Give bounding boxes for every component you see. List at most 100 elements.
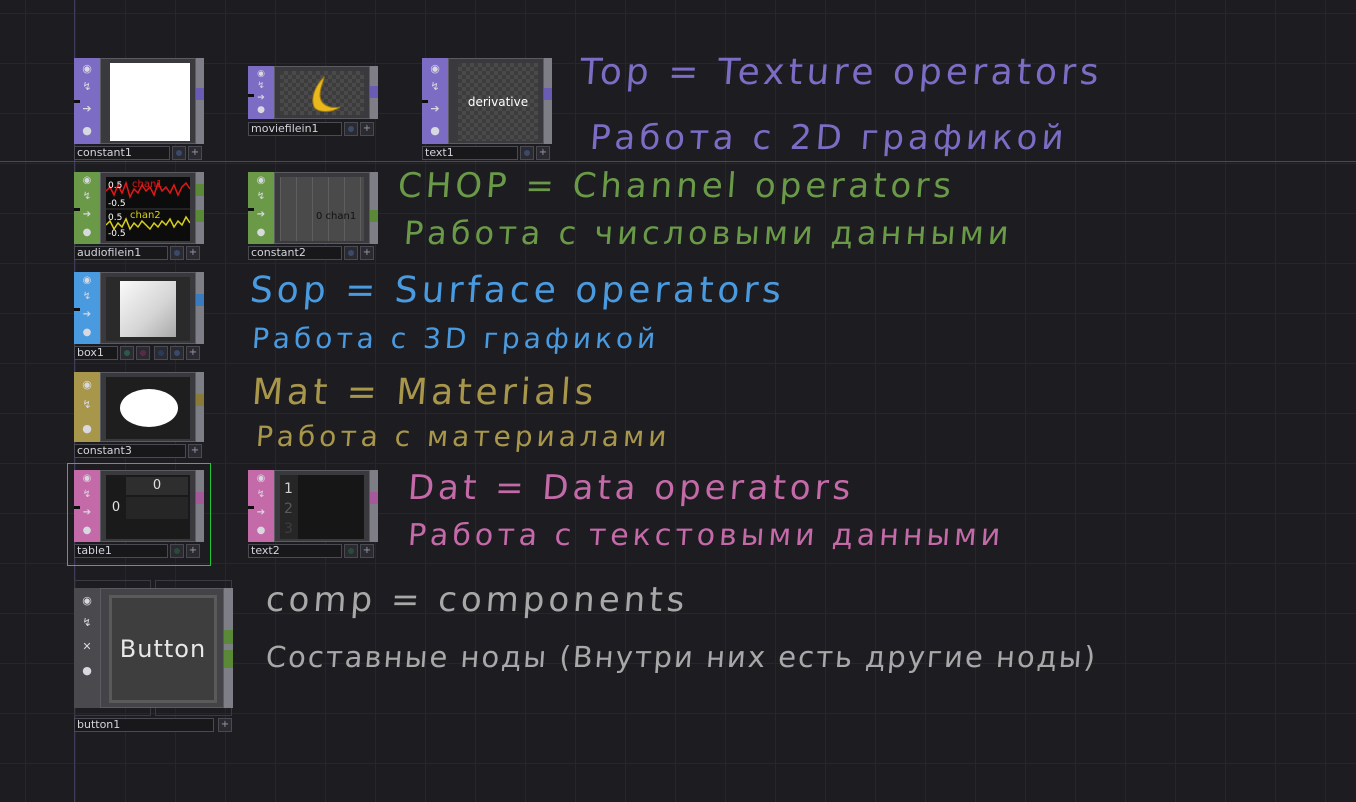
node-box1[interactable]: ◉ ↯ ➔ ● box1 + xyxy=(74,272,204,362)
add-icon[interactable]: + xyxy=(186,544,200,558)
node-text1[interactable]: ◉ ↯ ➔ ● derivative text1 + xyxy=(422,58,552,162)
selectable-flag-button[interactable] xyxy=(136,346,150,360)
node-name-label[interactable]: table1 xyxy=(74,544,168,558)
node-body[interactable]: Button xyxy=(100,588,224,708)
node-constant3[interactable]: ◉ ↯ ● constant3 + xyxy=(74,372,204,460)
node-table1[interactable]: ◉ ↯ ➔ ● 0 0 table1 + xyxy=(74,470,204,560)
cook-icon[interactable]: ↯ xyxy=(254,488,268,502)
output-connector[interactable] xyxy=(196,184,204,196)
display-flag-button[interactable] xyxy=(344,246,358,260)
node-name-label[interactable]: constant2 xyxy=(248,246,342,260)
node-constant2[interactable]: ◉ ↯ ➔ ● 0 chan1 constant2 + xyxy=(248,172,378,260)
output-connector[interactable] xyxy=(196,294,204,306)
add-icon[interactable]: + xyxy=(188,444,202,458)
cook-icon[interactable]: ↯ xyxy=(80,80,94,94)
lock-icon[interactable]: ● xyxy=(80,422,94,436)
node-body[interactable]: 1 2 3 xyxy=(274,470,370,542)
input-connector[interactable] xyxy=(74,208,80,211)
output-connector[interactable] xyxy=(196,492,204,504)
output-connector[interactable] xyxy=(544,88,552,100)
display-flag-button[interactable] xyxy=(170,544,184,558)
bypass-arrow-icon[interactable]: ➔ xyxy=(80,308,94,322)
output-connector[interactable] xyxy=(196,394,204,406)
cook-icon[interactable]: ↯ xyxy=(80,290,94,304)
output-connector[interactable] xyxy=(196,88,204,100)
viewer-toggle-icon[interactable]: ◉ xyxy=(428,62,442,76)
output-connector[interactable] xyxy=(224,650,233,668)
input-connector[interactable] xyxy=(248,208,254,211)
node-name-label[interactable]: box1 xyxy=(74,346,118,360)
display-flag-button[interactable] xyxy=(170,346,184,360)
add-icon[interactable]: + xyxy=(360,544,374,558)
lock-icon[interactable]: ● xyxy=(80,326,94,340)
bypass-arrow-icon[interactable]: ➔ xyxy=(80,208,94,222)
cook-icon[interactable]: ↯ xyxy=(80,488,94,502)
bypass-flag-button[interactable] xyxy=(154,346,168,360)
cook-icon[interactable]: ↯ xyxy=(80,616,94,630)
cook-icon[interactable]: ↯ xyxy=(80,398,94,412)
bypass-arrow-icon[interactable]: ➔ xyxy=(80,102,94,116)
cook-icon[interactable]: ↯ xyxy=(428,80,442,94)
node-body[interactable]: 0.5 -0.5 0.5 -0.5 chan1 chan2 xyxy=(100,172,196,244)
add-icon[interactable]: + xyxy=(536,146,550,160)
lock-icon[interactable]: ● xyxy=(254,226,268,240)
node-text2[interactable]: ◉ ↯ ➔ ● 1 2 3 text2 + xyxy=(248,470,378,560)
node-body[interactable] xyxy=(274,66,370,119)
input-connector[interactable] xyxy=(422,100,428,103)
node-name-label[interactable]: button1 xyxy=(74,718,214,732)
output-connector[interactable] xyxy=(370,210,378,222)
display-flag-button[interactable] xyxy=(170,246,184,260)
node-constant1[interactable]: ◉ ↯ ➔ ● constant1 + xyxy=(74,58,204,162)
node-name-label[interactable]: moviefilein1 xyxy=(248,122,342,136)
input-connector[interactable] xyxy=(248,94,254,97)
input-connector[interactable] xyxy=(248,506,254,509)
viewer-toggle-icon[interactable]: ◉ xyxy=(80,62,94,76)
node-name-label[interactable]: constant1 xyxy=(74,146,170,160)
add-icon[interactable]: + xyxy=(188,146,202,160)
bypass-arrow-icon[interactable]: ➔ xyxy=(254,506,268,520)
input-connector[interactable] xyxy=(74,506,80,509)
bypass-arrow-icon[interactable]: ➔ xyxy=(254,208,268,222)
template-flag-button[interactable] xyxy=(120,346,134,360)
input-connector[interactable] xyxy=(74,100,80,103)
viewer-toggle-icon[interactable]: ◉ xyxy=(80,174,94,188)
cook-icon[interactable]: ↯ xyxy=(80,190,94,204)
output-connector[interactable] xyxy=(370,86,378,98)
node-body[interactable] xyxy=(100,58,196,144)
lock-icon[interactable]: ● xyxy=(428,124,442,138)
viewer-toggle-icon[interactable]: ◉ xyxy=(80,274,94,288)
viewer-toggle-icon[interactable]: ◉ xyxy=(254,472,268,486)
output-connector[interactable] xyxy=(370,492,378,504)
add-icon[interactable]: + xyxy=(360,246,374,260)
display-flag-button[interactable] xyxy=(520,146,534,160)
node-moviefilein1[interactable]: ◉ ↯ ➔ ● moviefilein1 + xyxy=(248,66,378,138)
lock-icon[interactable]: ● xyxy=(80,226,94,240)
bypass-arrow-icon[interactable]: ➔ xyxy=(428,102,442,116)
node-body[interactable]: 0 chan1 xyxy=(274,172,370,244)
node-name-label[interactable]: text1 xyxy=(422,146,518,160)
lock-icon[interactable]: ● xyxy=(80,524,94,538)
lock-icon[interactable]: ● xyxy=(254,524,268,538)
lock-icon[interactable]: ● xyxy=(80,124,94,138)
node-name-label[interactable]: text2 xyxy=(248,544,342,558)
node-name-label[interactable]: constant3 xyxy=(74,444,186,458)
node-body[interactable]: 0 0 xyxy=(100,470,196,542)
viewer-toggle-icon[interactable]: ◉ xyxy=(80,378,94,392)
cook-icon[interactable]: ↯ xyxy=(254,190,268,204)
node-body[interactable] xyxy=(100,372,196,442)
display-flag-button[interactable] xyxy=(172,146,186,160)
node-audiofilein1[interactable]: ◉ ↯ ➔ ● 0.5 -0.5 0.5 -0.5 chan1 chan2 au… xyxy=(74,172,204,260)
close-icon[interactable]: ✕ xyxy=(80,640,94,654)
add-icon[interactable]: + xyxy=(360,122,374,136)
lock-icon[interactable]: ● xyxy=(254,103,268,117)
node-body[interactable] xyxy=(100,272,196,344)
node-button1[interactable]: ◉ ↯ ✕ ● Button button1 + xyxy=(74,588,234,736)
add-icon[interactable]: + xyxy=(186,346,200,360)
node-body[interactable]: derivative xyxy=(448,58,544,144)
viewer-toggle-icon[interactable]: ◉ xyxy=(80,594,94,608)
input-connector[interactable] xyxy=(74,308,80,311)
output-connector[interactable] xyxy=(196,210,204,222)
output-connector[interactable] xyxy=(224,630,233,644)
viewer-toggle-icon[interactable]: ◉ xyxy=(80,472,94,486)
display-flag-button[interactable] xyxy=(344,122,358,136)
